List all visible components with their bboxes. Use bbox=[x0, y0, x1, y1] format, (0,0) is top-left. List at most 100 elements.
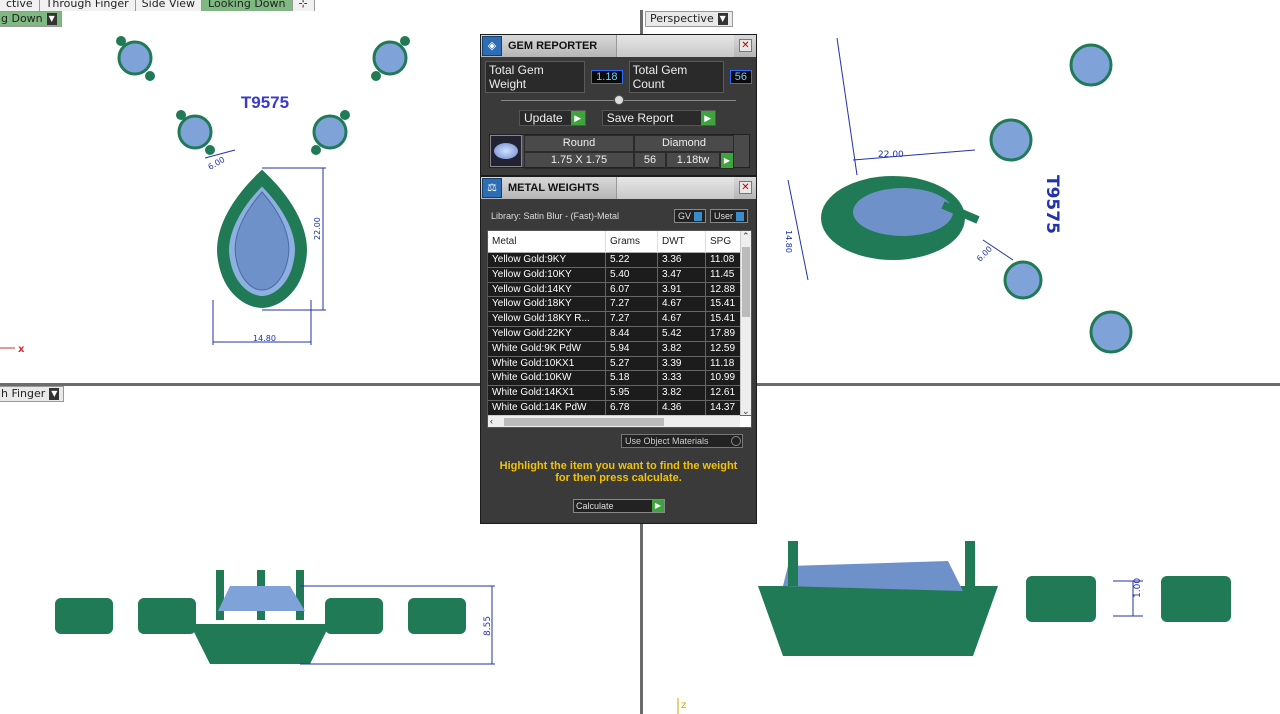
table-cell: Yellow Gold:18KY bbox=[488, 297, 606, 312]
scroll-thumb[interactable] bbox=[504, 418, 664, 426]
table-row[interactable]: White Gold:14KX1 5.95 3.82 12.61 bbox=[488, 386, 751, 401]
part-number-label: T9575 bbox=[241, 93, 289, 112]
dim-link: 6.00 bbox=[207, 155, 227, 172]
table-row[interactable]: Yellow Gold:10KY 5.40 3.47 11.45 bbox=[488, 267, 751, 283]
table-row[interactable]: White Gold:9K PdW 5.94 3.82 12.59 bbox=[488, 341, 751, 357]
table-cell: 7.27 bbox=[606, 312, 658, 326]
table-cell: White Gold:14K PdW bbox=[488, 400, 606, 415]
table-cell: Yellow Gold:10KY bbox=[488, 267, 606, 282]
table-cell: White Gold:10KX1 bbox=[488, 356, 606, 371]
dim-width: 14.80 bbox=[253, 334, 276, 343]
table-cell: 5.27 bbox=[606, 356, 658, 371]
table-cell: 6.78 bbox=[606, 400, 658, 415]
metal-weights-panel[interactable]: ⚖ METAL WEIGHTS ✕ Library: Satin Blur - … bbox=[480, 176, 757, 524]
table-cell: Yellow Gold:22KY bbox=[488, 326, 606, 341]
table-cell: Yellow Gold:18KY R... bbox=[488, 312, 606, 326]
table-row[interactable]: White Gold:14K PdW 6.78 4.36 14.37 bbox=[488, 400, 751, 416]
table-row[interactable]: Yellow Gold:18KY 7.27 4.67 15.41 bbox=[488, 297, 751, 313]
instruction-text: Highlight the item you want to find the … bbox=[499, 460, 738, 484]
save-report-button[interactable]: Save Report ▶ bbox=[601, 110, 716, 126]
metal-library-row: Library: Satin Blur - (Fast)-Metal GV Us… bbox=[481, 199, 756, 224]
table-cell: 6.07 bbox=[606, 282, 658, 297]
table-cell: 5.18 bbox=[606, 371, 658, 386]
toggle-icon bbox=[736, 212, 744, 222]
metal-weights-titlebar[interactable]: ⚖ METAL WEIGHTS ✕ bbox=[481, 177, 756, 199]
table-cell: 4.36 bbox=[658, 400, 706, 415]
table-cell: 4.67 bbox=[658, 312, 706, 326]
dim-height: 22.00 bbox=[313, 217, 322, 240]
table-cell: 5.95 bbox=[606, 386, 658, 400]
gem-reporter-logo-icon: ◈ bbox=[482, 36, 502, 56]
table-cell: 3.36 bbox=[658, 253, 706, 267]
metal-library-label: Library: Satin Blur - (Fast)-Metal bbox=[491, 211, 620, 222]
table-cell: 5.22 bbox=[606, 253, 658, 267]
chevron-up-icon[interactable]: ⌃ bbox=[742, 231, 750, 242]
total-gem-weight-label: Total Gem Weight bbox=[485, 61, 586, 93]
play-icon[interactable]: ▶ bbox=[720, 152, 734, 169]
table-row[interactable]: White Gold:10KW 5.18 3.33 10.99 bbox=[488, 371, 751, 387]
play-icon: ▶ bbox=[700, 111, 715, 125]
gem-slider[interactable] bbox=[501, 95, 736, 105]
horizontal-scrollbar[interactable]: ‹ bbox=[488, 415, 740, 427]
gem-reporter-titlebar[interactable]: ◈ GEM REPORTER ✕ bbox=[481, 35, 756, 57]
table-cell: 5.42 bbox=[658, 326, 706, 341]
use-object-materials-dropdown[interactable]: Use Object Materials bbox=[621, 434, 743, 448]
chevron-down-icon[interactable]: ⌄ bbox=[742, 406, 750, 417]
dim-persp-depth: 14.80 bbox=[784, 230, 793, 253]
table-cell: Yellow Gold:14KY bbox=[488, 282, 606, 297]
table-cell: 3.91 bbox=[658, 282, 706, 297]
axis-z-label: z bbox=[681, 700, 686, 711]
total-gem-count-value: 56 bbox=[729, 70, 752, 84]
gem-totals-row: Total Gem Weight 1.18 Total Gem Count 56 bbox=[481, 57, 756, 93]
table-body: Yellow Gold:9KY 5.22 3.36 11.08 Yellow Gold:… bbox=[488, 253, 751, 416]
axis-x-label: x bbox=[18, 344, 25, 355]
table-cell: White Gold:10KW bbox=[488, 371, 606, 386]
metal-weights-title: METAL WEIGHTS bbox=[508, 182, 600, 194]
toggle-icon bbox=[693, 212, 702, 222]
table-cell: 3.82 bbox=[658, 386, 706, 400]
calculate-button[interactable]: Calculate ▶ bbox=[573, 499, 665, 513]
dropdown-icon bbox=[731, 436, 741, 446]
chevron-left-icon[interactable]: ‹ bbox=[490, 416, 493, 426]
table-cell: 3.39 bbox=[658, 356, 706, 371]
gem-shape: Round bbox=[524, 135, 634, 152]
table-cell: White Gold:9K PdW bbox=[488, 341, 606, 356]
table-cell: 3.33 bbox=[658, 371, 706, 386]
table-row[interactable]: White Gold:10KX1 5.27 3.39 11.18 bbox=[488, 356, 751, 372]
total-gem-count-label: Total Gem Count bbox=[628, 61, 724, 93]
gem-reporter-panel[interactable]: ◈ GEM REPORTER ✕ Total Gem Weight 1.18 T… bbox=[480, 34, 757, 176]
table-cell: 5.94 bbox=[606, 341, 658, 356]
dim-side-height: 8.55 bbox=[483, 616, 493, 636]
play-icon: ▶ bbox=[570, 111, 585, 125]
close-icon[interactable]: ✕ bbox=[739, 39, 752, 52]
table-row[interactable]: Yellow Gold:9KY 5.22 3.36 11.08 bbox=[488, 253, 751, 268]
user-toggle[interactable]: User bbox=[709, 209, 748, 224]
play-icon: ▶ bbox=[652, 500, 664, 512]
dim-persp-width: 22.00 bbox=[878, 150, 904, 160]
table-cell: 3.82 bbox=[658, 341, 706, 356]
update-button[interactable]: Update ▶ bbox=[519, 110, 586, 126]
table-row[interactable]: Yellow Gold:14KY 6.07 3.91 12.88 bbox=[488, 282, 751, 298]
scroll-thumb[interactable] bbox=[742, 247, 750, 317]
vertical-scrollbar[interactable]: ⌃ ⌄ bbox=[740, 231, 751, 417]
gem-list[interactable]: Round Diamond 1.75 X 1.75 56 1.18tw ▶ bbox=[489, 134, 750, 169]
gem-list-item[interactable]: Round Diamond 1.75 X 1.75 56 1.18tw ▶ bbox=[524, 135, 749, 169]
table-row[interactable]: Yellow Gold:22KY 8.44 5.42 17.89 bbox=[488, 326, 751, 342]
table-cell: 8.44 bbox=[606, 326, 658, 341]
metal-weights-table[interactable]: Metal Grams DWT SPG Yellow Gold:9KY 5.22 3… bbox=[487, 230, 752, 428]
round-gem-icon bbox=[490, 135, 522, 167]
gv-toggle[interactable]: GV bbox=[673, 209, 706, 224]
table-cell: 7.27 bbox=[606, 297, 658, 312]
close-icon[interactable]: ✕ bbox=[739, 181, 752, 194]
table-header: Metal Grams DWT SPG bbox=[488, 231, 751, 253]
persp-part-number: T9575 bbox=[1042, 175, 1062, 234]
dim-persp-thickness: 1.00 bbox=[1133, 578, 1143, 598]
table-cell: 4.67 bbox=[658, 297, 706, 312]
table-cell: Yellow Gold:9KY bbox=[488, 253, 606, 267]
table-row[interactable]: Yellow Gold:18KY R... 7.27 4.67 15.41 bbox=[488, 312, 751, 327]
gem-material: Diamond bbox=[634, 135, 734, 152]
total-gem-weight-value: 1.18 bbox=[591, 70, 623, 84]
gem-count: 56 bbox=[634, 152, 666, 169]
slider-knob[interactable] bbox=[613, 95, 624, 105]
metal-weights-logo-icon: ⚖ bbox=[482, 178, 502, 198]
